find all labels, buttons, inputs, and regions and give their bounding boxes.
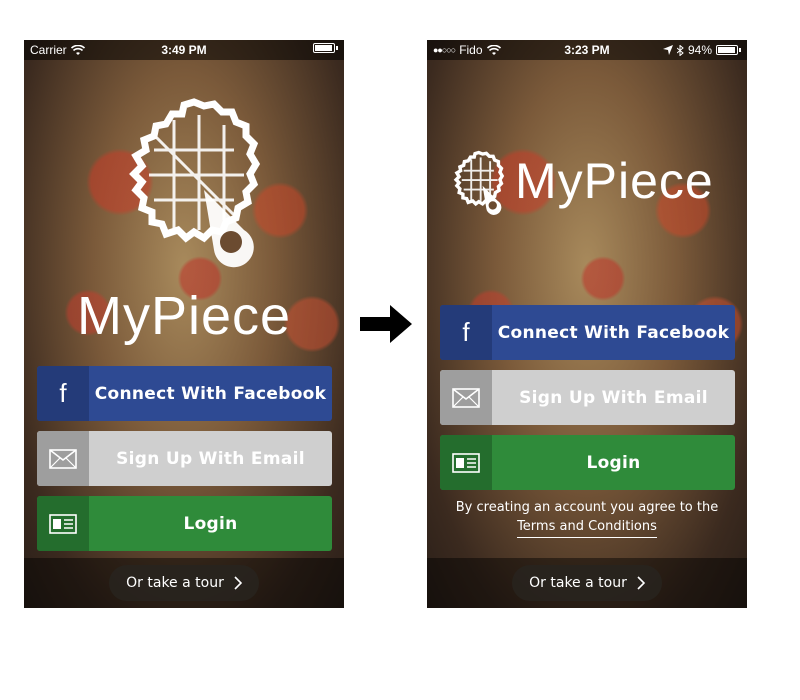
status-bar: ●●○○○ Fido 3:23 PM 94% [427,40,747,60]
chevron-right-icon [637,576,645,590]
envelope-icon [37,431,89,486]
pizza-slice-logo-icon [129,98,261,268]
terms-notice: By creating an account you agree to the … [427,498,747,538]
email-button-label: Sign Up With Email [116,448,305,469]
location-arrow-icon [662,45,673,55]
pizza-slice-logo-icon [453,150,505,215]
facebook-icon: f [37,366,89,421]
right-arrow-icon [360,305,412,343]
id-card-icon [37,496,89,551]
sign-up-email-button[interactable]: Sign Up With Email [440,370,735,425]
login-button-label: Login [183,513,238,534]
id-card-icon [440,435,492,490]
facebook-icon: f [440,305,492,360]
bottom-bar: Or take a tour [24,558,344,608]
bluetooth-icon [676,44,684,56]
terms-text: By creating an account you agree to the [455,500,719,515]
tour-label: Or take a tour [126,575,224,591]
sign-up-email-button[interactable]: Sign Up With Email [37,431,332,486]
tour-label: Or take a tour [529,575,627,591]
take-tour-button[interactable]: Or take a tour [512,565,662,601]
facebook-button-label: Connect With Facebook [497,322,730,343]
battery-icon [716,45,738,55]
phone-screen-after: ●●○○○ Fido 3:23 PM 94% MyPiece f Connect… [427,40,747,608]
battery-icon [313,43,335,53]
terms-and-conditions-link[interactable]: Terms and Conditions [517,517,657,538]
envelope-icon [440,370,492,425]
brand-name: MyPiece [515,153,714,209]
status-bar: Carrier 3:49 PM [24,40,344,60]
phone-screen-before: Carrier 3:49 PM MyPiece f Connect With F… [24,40,344,608]
login-button[interactable]: Login [37,496,332,551]
brand-name: MyPiece [76,286,292,346]
login-button-label: Login [586,452,641,473]
login-button[interactable]: Login [440,435,735,490]
take-tour-button[interactable]: Or take a tour [109,565,259,601]
connect-facebook-button[interactable]: f Connect With Facebook [440,305,735,360]
connect-facebook-button[interactable]: f Connect With Facebook [37,366,332,421]
chevron-right-icon [234,576,242,590]
status-time: 3:49 PM [161,43,207,57]
email-button-label: Sign Up With Email [519,387,708,408]
bottom-bar: Or take a tour [427,558,747,608]
facebook-button-label: Connect With Facebook [94,383,327,404]
battery-percent: 94% [687,43,712,57]
